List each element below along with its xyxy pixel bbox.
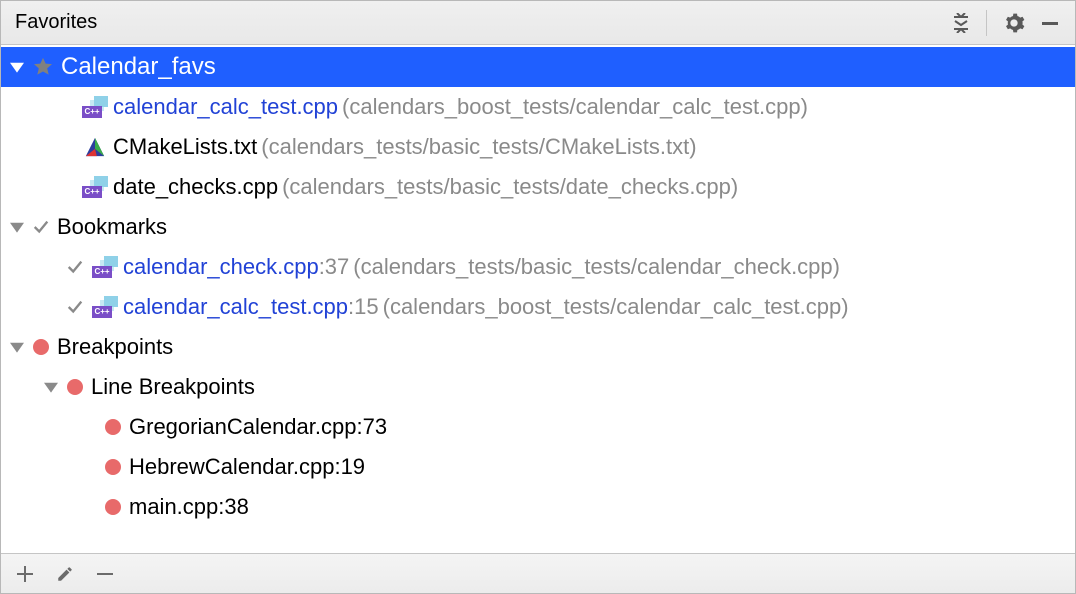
file-path: (calendars_tests/basic_tests/CMakeLists.… — [261, 134, 696, 160]
star-icon — [29, 55, 57, 79]
breakpoint-item[interactable]: main.cpp:38 — [1, 487, 1075, 527]
breakpoint-dot-icon — [29, 335, 53, 359]
cpp-file-icon: C++ — [91, 295, 119, 319]
cpp-file-icon: C++ — [81, 175, 109, 199]
bookmark-item[interactable]: C++ calendar_calc_test.cpp:15 (calendars… — [1, 287, 1075, 327]
add-button[interactable] — [9, 558, 41, 590]
expand-arrow-icon[interactable] — [7, 57, 27, 77]
file-path: (calendars_boost_tests/calendar_calc_tes… — [342, 94, 808, 120]
breakpoint-dot-icon — [101, 455, 125, 479]
collapse-all-icon[interactable] — [946, 8, 976, 38]
favorites-list-label: Calendar_favs — [61, 53, 216, 81]
file-path: (calendars_boost_tests/calendar_calc_tes… — [383, 294, 849, 320]
gear-icon[interactable] — [999, 8, 1029, 38]
line-breakpoints-label: Line Breakpoints — [91, 374, 255, 400]
breakpoint-dot-icon — [63, 375, 87, 399]
separator — [986, 10, 987, 36]
favorite-item[interactable]: CMakeLists.txt (calendars_tests/basic_te… — [1, 127, 1075, 167]
expand-arrow-icon[interactable] — [7, 337, 27, 357]
file-name: CMakeLists.txt — [113, 134, 257, 160]
breakpoint-item[interactable]: HebrewCalendar.cpp:19 — [1, 447, 1075, 487]
file-name: calendar_check.cpp — [123, 254, 319, 280]
favorites-tree[interactable]: Calendar_favs C++ calendar_calc_test.cpp… — [1, 45, 1075, 553]
favorites-list-node[interactable]: Calendar_favs — [1, 47, 1075, 87]
line-number: :15 — [348, 294, 379, 320]
line-number: :37 — [319, 254, 350, 280]
file-name: calendar_calc_test.cpp — [123, 294, 348, 320]
breakpoints-label: Breakpoints — [57, 334, 173, 360]
favorite-item[interactable]: C++ calendar_calc_test.cpp (calendars_bo… — [1, 87, 1075, 127]
bookmark-check-icon — [63, 255, 87, 279]
bookmarks-label: Bookmarks — [57, 214, 167, 240]
line-breakpoints-node[interactable]: Line Breakpoints — [1, 367, 1075, 407]
panel-title: Favorites — [15, 11, 97, 34]
file-name: calendar_calc_test.cpp — [113, 94, 338, 120]
panel-footer — [1, 553, 1075, 593]
bookmark-check-icon — [29, 215, 53, 239]
hide-icon[interactable] — [1035, 8, 1065, 38]
breakpoint-dot-icon — [101, 415, 125, 439]
expand-arrow-icon[interactable] — [41, 377, 61, 397]
bookmarks-node[interactable]: Bookmarks — [1, 207, 1075, 247]
breakpoint-label: GregorianCalendar.cpp:73 — [129, 414, 387, 440]
cmake-file-icon — [81, 135, 109, 159]
favorites-panel: Favorites Calend — [0, 0, 1076, 594]
remove-button[interactable] — [89, 558, 121, 590]
expand-arrow-icon[interactable] — [7, 217, 27, 237]
breakpoint-item[interactable]: GregorianCalendar.cpp:73 — [1, 407, 1075, 447]
cpp-file-icon: C++ — [91, 255, 119, 279]
cpp-file-icon: C++ — [81, 95, 109, 119]
breakpoint-label: HebrewCalendar.cpp:19 — [129, 454, 365, 480]
file-path: (calendars_tests/basic_tests/date_checks… — [282, 174, 738, 200]
file-path: (calendars_tests/basic_tests/calendar_ch… — [353, 254, 840, 280]
breakpoints-node[interactable]: Breakpoints — [1, 327, 1075, 367]
file-name: date_checks.cpp — [113, 174, 278, 200]
bookmark-item[interactable]: C++ calendar_check.cpp:37 (calendars_tes… — [1, 247, 1075, 287]
edit-button[interactable] — [49, 558, 81, 590]
panel-header: Favorites — [1, 1, 1075, 45]
breakpoint-dot-icon — [101, 495, 125, 519]
bookmark-check-icon — [63, 295, 87, 319]
favorite-item[interactable]: C++ date_checks.cpp (calendars_tests/bas… — [1, 167, 1075, 207]
breakpoint-label: main.cpp:38 — [129, 494, 249, 520]
